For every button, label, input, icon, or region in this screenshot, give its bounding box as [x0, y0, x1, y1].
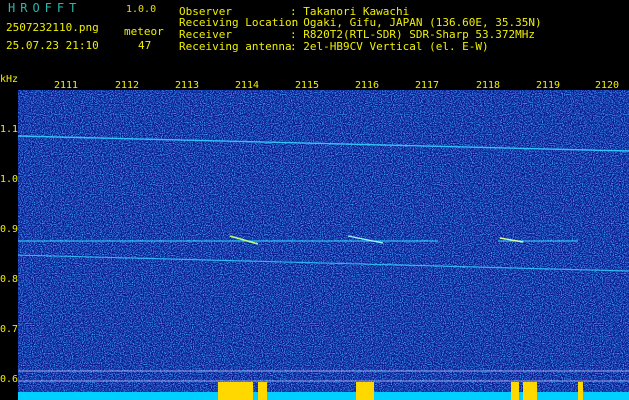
y-tick-label: 1.0: [0, 174, 19, 185]
meteor-burst: [578, 382, 583, 400]
y-tick-label: 0.7: [0, 324, 19, 335]
noise-floor-band: [18, 392, 629, 400]
info-value-antenna: : 2el-HB9CV Vertical (el. E-W): [290, 40, 489, 53]
noise-texture: [18, 90, 629, 400]
info-label-location: Receiving Location: [179, 16, 299, 29]
app-version: 1.0.0: [126, 4, 157, 15]
meteor-burst: [511, 382, 519, 400]
meteor-label: meteor: [124, 25, 164, 38]
meteor-burst: [258, 382, 267, 400]
y-axis-unit: kHz: [0, 74, 19, 85]
info-value-receiver: : R820T2(RTL-SDR) SDR-Sharp 53.372MHz: [290, 28, 536, 41]
header-panel: HROFFT 1.0.0 2507232110.png 25.07.23 21:…: [0, 0, 629, 68]
meteor-count: 47: [138, 39, 152, 52]
spectrogram-svg: [18, 90, 629, 400]
meteor-burst: [244, 382, 252, 400]
meteor-burst: [369, 382, 374, 400]
y-tick-label: 1.1: [0, 124, 19, 135]
meteor-burst: [523, 382, 537, 400]
info-label-antenna: Receiving antenna: [179, 40, 292, 53]
y-tick-label: 0.9: [0, 224, 19, 235]
y-tick-label: 0.6: [0, 374, 19, 385]
filename: 2507232110.png: [6, 21, 99, 34]
app-title: HROFFT: [8, 1, 82, 15]
info-label-receiver: Receiver: [179, 28, 232, 41]
datetime: 25.07.23 21:10: [6, 39, 99, 52]
y-tick-label: 0.8: [0, 274, 19, 285]
spectrogram-plot: [18, 90, 629, 400]
info-value-location: : Ogaki, Gifu, JAPAN (136.60E, 35.35N): [290, 16, 542, 29]
